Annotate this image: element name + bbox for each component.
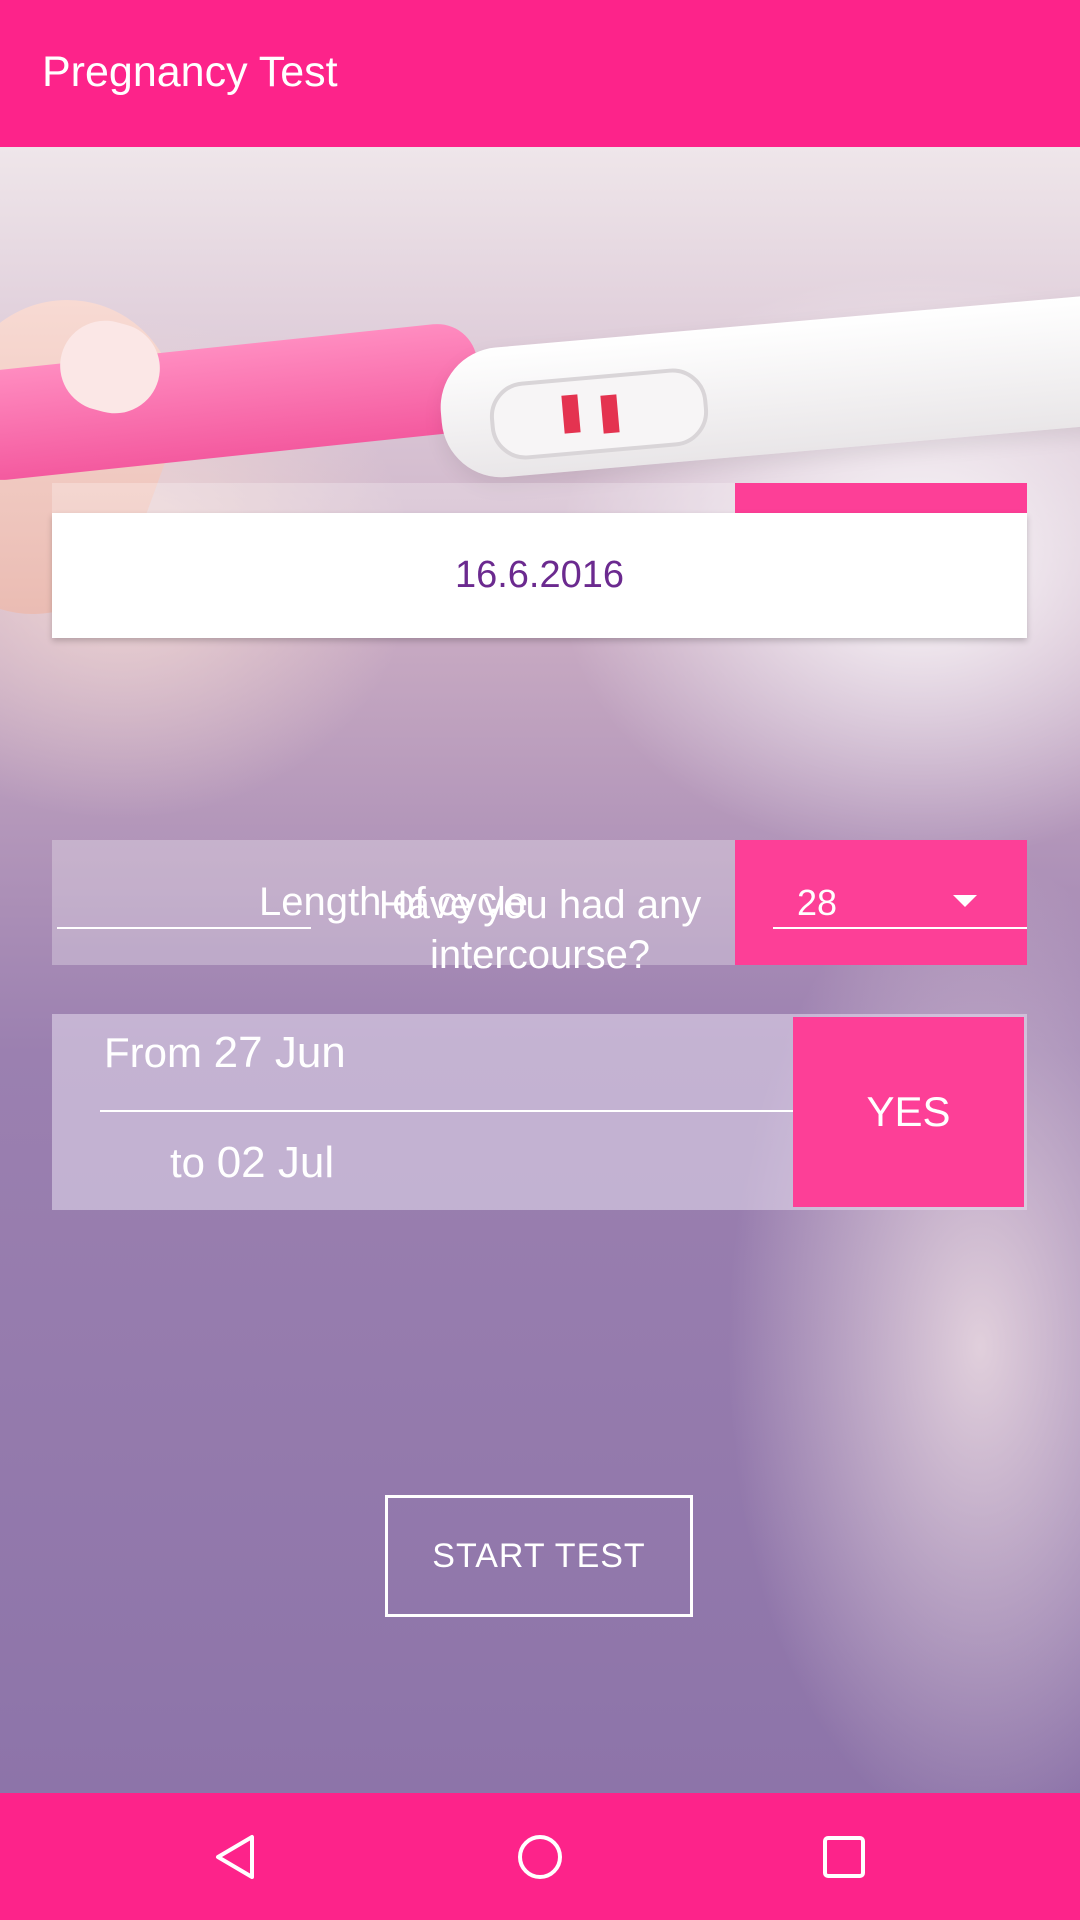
start-test-button[interactable]: START TEST <box>385 1495 693 1617</box>
chevron-down-icon <box>953 895 977 907</box>
recent-square-icon <box>823 1836 865 1878</box>
home-circle-icon <box>518 1835 562 1879</box>
cycle-length-dropdown[interactable]: 28 <box>735 840 1027 965</box>
range-to-date: 02 Jul <box>216 1138 335 1187</box>
range-divider <box>100 1110 794 1112</box>
range-to[interactable]: to 02 Jul <box>170 1138 334 1188</box>
system-nav-bar <box>0 1793 1080 1920</box>
app-title: Pregnancy Test <box>42 48 338 96</box>
back-triangle-icon <box>216 1835 254 1879</box>
home-button[interactable] <box>480 1793 600 1920</box>
back-button[interactable] <box>176 1793 296 1920</box>
range-to-prefix: to <box>170 1139 206 1186</box>
range-from-date: 27 Jun <box>213 1028 346 1077</box>
test-line-1 <box>561 394 581 434</box>
recent-apps-button[interactable] <box>784 1793 904 1920</box>
test-line-2 <box>600 394 620 434</box>
range-from[interactable]: From 27 Jun <box>104 1028 346 1078</box>
divider-left <box>57 927 311 929</box>
intercourse-question: Have you had any intercourse? <box>378 883 702 977</box>
yes-button[interactable]: YES <box>793 1017 1024 1207</box>
range-from-prefix: From <box>104 1029 202 1076</box>
divider-right <box>773 927 1027 929</box>
cycle-length-value: 28 <box>797 882 838 923</box>
app-bar: Pregnancy Test <box>0 0 1080 147</box>
date-field[interactable]: 16.6.2016 <box>52 513 1027 638</box>
